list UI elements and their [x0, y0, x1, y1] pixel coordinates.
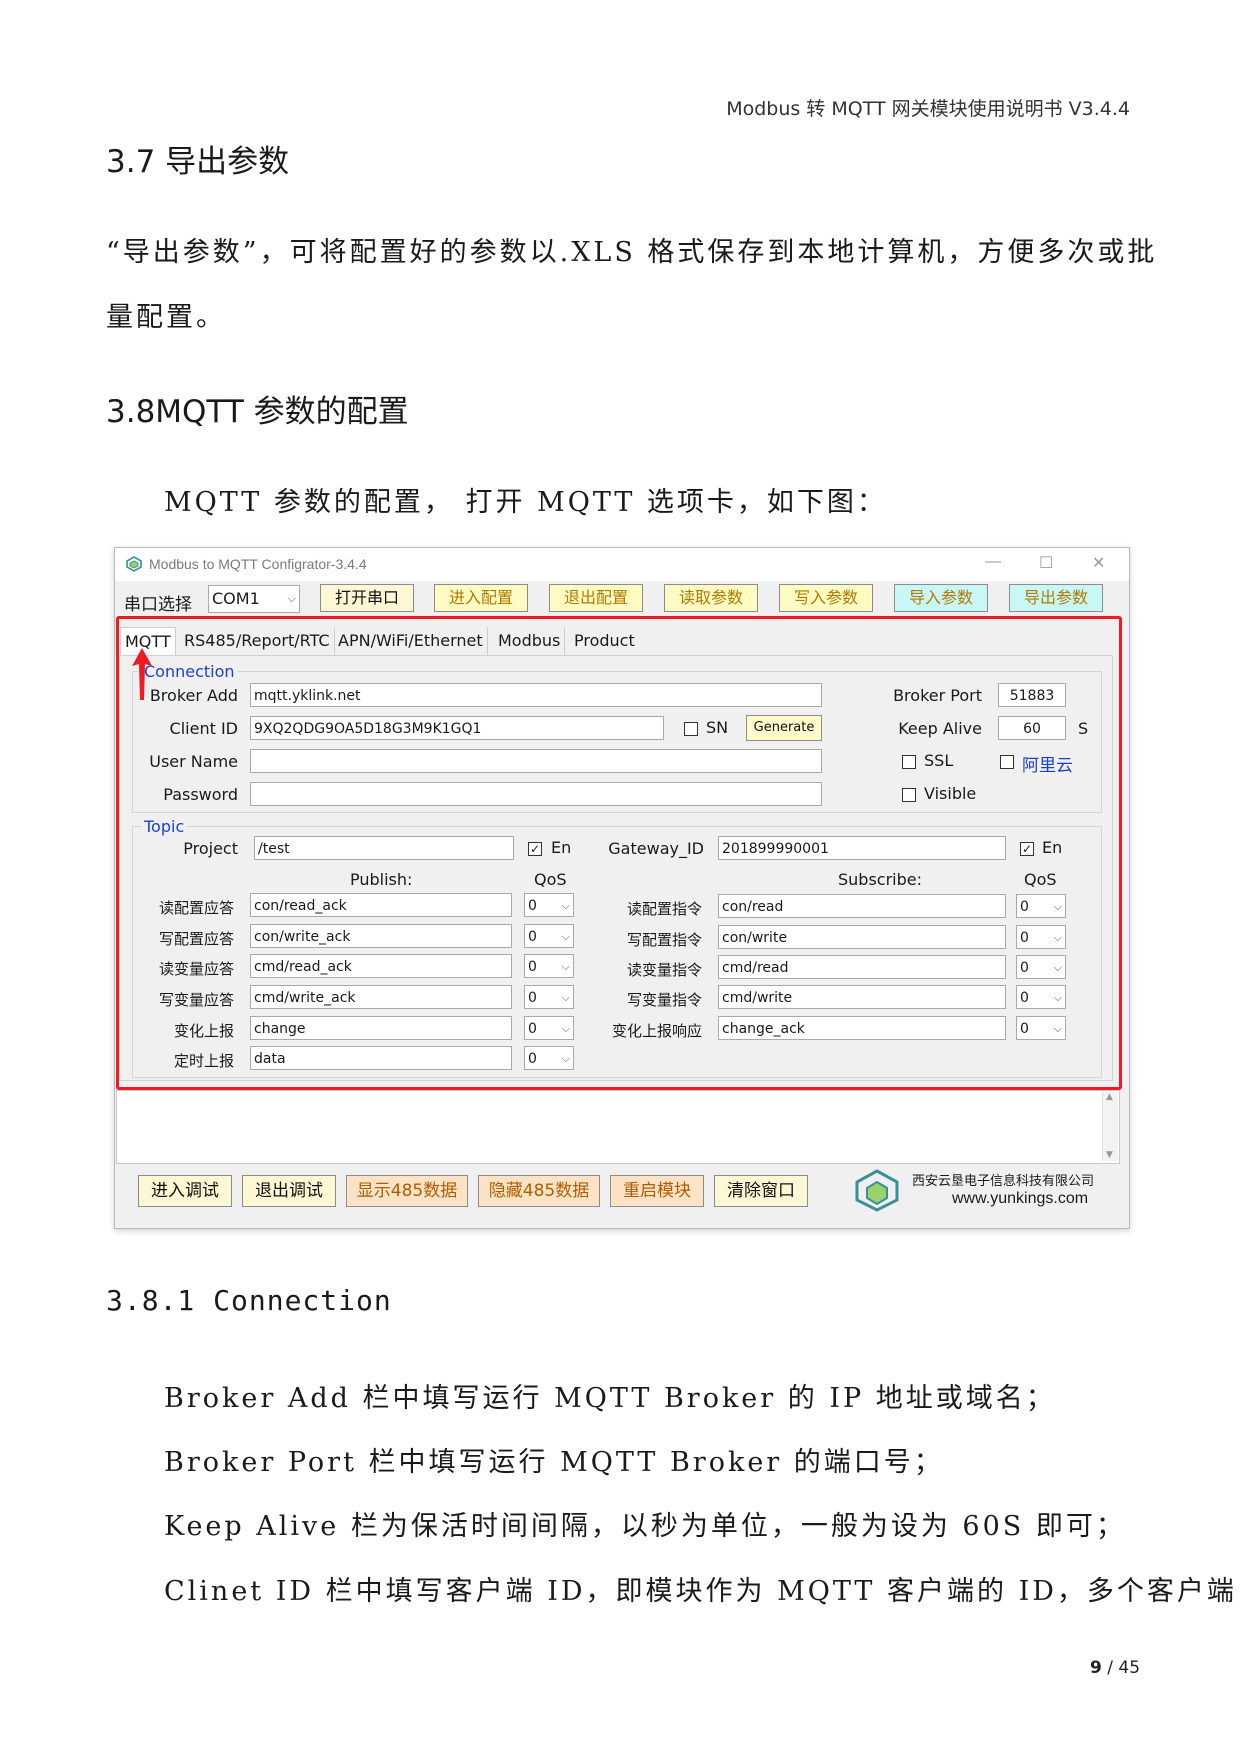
page-total: 45 [1118, 1658, 1141, 1678]
company-name: 西安云垦电子信息科技有限公司 [912, 1173, 1095, 1188]
company-logo-icon [855, 1169, 899, 1212]
enter-debug-button[interactable]: 进入调试 [138, 1175, 232, 1207]
connection-desc-line: Broker Port 栏中填写运行 MQTT Broker 的端口号； [164, 1447, 944, 1478]
show-485-data-button[interactable]: 显示485数据 [346, 1175, 468, 1207]
port-select-value: COM1 [212, 589, 260, 608]
connection-desc-line: Keep Alive 栏为保活时间间隔，以秒为单位，一般为设为 60S 即可； [164, 1511, 1126, 1542]
connection-desc-line: Clinet ID 栏中填写客户端 ID，即模块作为 MQTT 客户端的 ID，… [164, 1576, 1237, 1607]
exit-debug-button[interactable]: 退出调试 [242, 1175, 336, 1207]
connection-desc-line: Broker Add 栏中填写运行 MQTT Broker 的 IP 地址或域名… [164, 1383, 1056, 1414]
window-title: Modbus to MQTT Configrator-3.4.4 [149, 556, 367, 572]
scroll-up-icon[interactable]: ▲ [1106, 1092, 1113, 1102]
hide-485-data-button[interactable]: 隐藏485数据 [478, 1175, 600, 1207]
read-params-button[interactable]: 读取参数 [664, 584, 758, 612]
highlight-box [116, 616, 1122, 1090]
open-port-button[interactable]: 打开串口 [320, 584, 414, 612]
export-params-button[interactable]: 导出参数 [1009, 584, 1103, 612]
log-output-area[interactable] [116, 1090, 1120, 1164]
page-header: Modbus 转 MQTT 网关模块使用说明书 V3.4.4 [726, 98, 1130, 120]
section-3-8-intro: MQTT 参数的配置， 打开 MQTT 选项卡，如下图： [164, 487, 887, 518]
restart-module-button[interactable]: 重启模块 [610, 1175, 704, 1207]
page-number: 9 / 45 [1090, 1658, 1140, 1678]
minimize-button[interactable]: — [985, 553, 1001, 571]
page-current: 9 [1090, 1658, 1102, 1678]
exit-config-button[interactable]: 退出配置 [549, 584, 643, 612]
maximize-button[interactable]: ☐ [1039, 553, 1053, 573]
company-website[interactable]: www.yunkings.com [952, 1190, 1088, 1208]
title-bar: Modbus to MQTT Configrator-3.4.4 — ☐ ✕ [115, 548, 1129, 581]
section-3-8-heading: 3.8MQTT 参数的配置 [106, 394, 409, 430]
log-scrollbar[interactable]: ▲ ▼ [1102, 1091, 1118, 1161]
close-button[interactable]: ✕ [1092, 553, 1105, 573]
port-label: 串口选择 [124, 595, 192, 615]
scroll-down-icon[interactable]: ▼ [1106, 1150, 1113, 1160]
section-3-7-paragraph-line1: “导出参数”，可将配置好的参数以.XLS 格式保存到本地计算机，方便多次或批 [106, 237, 1158, 268]
section-3-8-1-heading: 3.8.1 Connection [106, 1284, 392, 1317]
red-arrow-icon [132, 648, 152, 700]
write-params-button[interactable]: 写入参数 [779, 584, 873, 612]
page-separator: / [1101, 1658, 1119, 1678]
section-3-7-paragraph-line2: 量配置。 [106, 302, 226, 333]
enter-config-button[interactable]: 进入配置 [434, 584, 528, 612]
import-params-button[interactable]: 导入参数 [894, 584, 988, 612]
app-logo-icon [126, 556, 142, 572]
port-select[interactable]: COM1 ⌵ [208, 585, 300, 613]
clear-window-button[interactable]: 清除窗口 [714, 1175, 808, 1207]
chevron-down-icon: ⌵ [287, 592, 296, 605]
section-3-7-heading: 3.7 导出参数 [106, 144, 290, 180]
